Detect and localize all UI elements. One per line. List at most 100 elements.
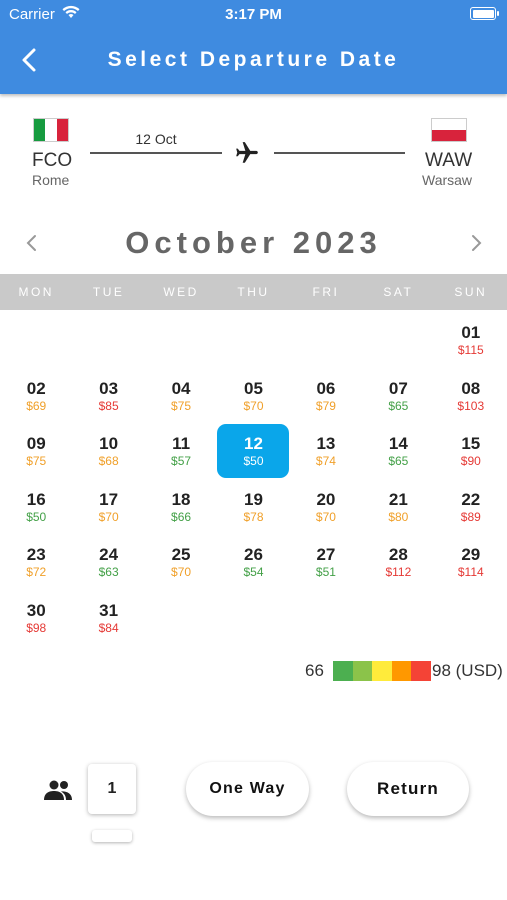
day-price: $80: [388, 509, 409, 524]
day-price: $72: [26, 565, 47, 580]
calendar-day[interactable]: 09 $75: [0, 423, 72, 479]
calendar-day[interactable]: 03 $85: [72, 368, 144, 424]
day-price: $75: [171, 398, 192, 413]
poland-flag-icon: [431, 118, 467, 142]
one-way-button[interactable]: One Way: [186, 762, 309, 816]
calendar-day[interactable]: 26 $54: [217, 534, 289, 590]
calendar-day[interactable]: 27 $51: [290, 534, 362, 590]
day-price: $75: [26, 454, 47, 469]
calendar-day[interactable]: 21 $80: [362, 479, 434, 535]
day-price: $51: [315, 565, 336, 580]
italy-flag-icon: [33, 118, 69, 142]
legend-min-label: 66: [305, 661, 324, 680]
day-price: $70: [243, 398, 264, 413]
empty-day-cell: [217, 312, 289, 368]
day-price: $74: [315, 454, 336, 469]
day-number: 24: [99, 545, 119, 565]
calendar-day[interactable]: 31 $84: [72, 590, 144, 646]
day-number: 17: [99, 489, 119, 509]
day-price: $50: [243, 454, 264, 469]
calendar-day[interactable]: 01 $115: [435, 312, 507, 368]
day-number: 08: [461, 378, 481, 398]
empty-day-cell: [290, 312, 362, 368]
calendar-day[interactable]: 07 $65: [362, 368, 434, 424]
day-number: 26: [244, 545, 263, 565]
day-price: $89: [460, 509, 481, 524]
calendar-day-selected[interactable]: 12 $50: [217, 423, 290, 478]
day-number: 06: [316, 378, 336, 398]
calendar-day[interactable]: 18 $66: [145, 479, 217, 535]
calendar-day[interactable]: 16 $50: [0, 479, 72, 535]
day-price: $54: [243, 565, 264, 580]
app-header: Carrier 3:17 PM Select Departure Date: [0, 0, 507, 94]
calendar-day[interactable]: 15 $90: [435, 423, 507, 479]
calendar-day[interactable]: 24 $63: [72, 534, 144, 590]
day-price: $115: [457, 343, 484, 358]
empty-day-cell: [362, 312, 434, 368]
calendar-day[interactable]: 11 $57: [145, 423, 217, 479]
legend-max-label: 98 (USD): [432, 661, 503, 680]
calendar-day[interactable]: 19 $78: [217, 479, 289, 535]
passenger-dropdown-edge: [92, 830, 132, 842]
day-price: $79: [315, 398, 336, 413]
calendar-day[interactable]: 04 $75: [145, 368, 217, 424]
day-number: 11: [172, 434, 191, 454]
day-number: 03: [99, 378, 119, 398]
calendar-day[interactable]: 08 $103: [435, 368, 507, 424]
day-number: 29: [461, 545, 481, 565]
calendar-day[interactable]: 29 $114: [435, 534, 507, 590]
month-title: October 2023: [125, 225, 382, 260]
calendar-day[interactable]: 23 $72: [0, 534, 72, 590]
calendar-day[interactable]: 13 $74: [290, 423, 362, 479]
legend-swatch: [333, 661, 353, 681]
weekday-label: WED: [163, 285, 199, 299]
day-price: $69: [26, 398, 47, 413]
day-number: 01: [461, 323, 481, 343]
day-number: 12: [244, 434, 263, 454]
empty-day-cell: [0, 312, 72, 368]
day-price: $114: [457, 565, 484, 580]
calendar-day[interactable]: 25 $70: [145, 534, 217, 590]
day-number: 05: [244, 378, 263, 398]
origin-city: Rome: [32, 172, 70, 188]
day-number: 28: [388, 545, 408, 565]
legend-swatch: [411, 661, 431, 681]
legend-swatch: [391, 661, 412, 681]
passenger-count-selector[interactable]: 1: [88, 764, 136, 814]
route-date: 12 Oct: [135, 131, 177, 147]
calendar-day[interactable]: 28 $112: [362, 534, 434, 590]
calendar-day[interactable]: 14 $65: [362, 423, 434, 479]
day-number: 31: [99, 600, 119, 620]
calendar-day[interactable]: 06 $79: [290, 368, 362, 424]
calendar-day[interactable]: 17 $70: [72, 479, 144, 535]
return-button[interactable]: Return: [347, 762, 469, 816]
day-number: 09: [26, 434, 46, 454]
battery-icon: [470, 7, 499, 20]
calendar-day[interactable]: 30 $98: [0, 590, 72, 646]
calendar-day[interactable]: 02 $69: [0, 368, 72, 424]
calendar-day[interactable]: 20 $70: [290, 479, 362, 535]
day-price: $70: [171, 565, 192, 580]
next-month-chevron-icon[interactable]: [468, 233, 484, 253]
day-price: $70: [315, 509, 336, 524]
weekday-label: TUE: [92, 285, 125, 299]
day-price: $57: [171, 454, 192, 469]
day-number: 15: [461, 434, 481, 454]
route-line-right: [274, 152, 405, 154]
day-number: 16: [26, 489, 46, 509]
day-price: $85: [98, 398, 119, 413]
calendar-day[interactable]: 05 $70: [217, 368, 289, 424]
day-number: 27: [316, 545, 336, 565]
day-price: $112: [385, 565, 412, 580]
weekday-label: THU: [237, 285, 270, 299]
weekday-header: MON TUE WED THU FRI SAT SUN: [0, 274, 507, 310]
route-line-left: [90, 152, 222, 154]
calendar-day[interactable]: 22 $89: [435, 479, 507, 535]
day-number: 13: [316, 434, 336, 454]
day-number: 10: [99, 434, 119, 454]
day-number: 02: [26, 378, 46, 398]
day-price: $66: [171, 509, 192, 524]
calendar-day[interactable]: 10 $68: [72, 423, 144, 479]
airplane-icon: [236, 142, 258, 163]
day-number: 21: [388, 489, 408, 509]
